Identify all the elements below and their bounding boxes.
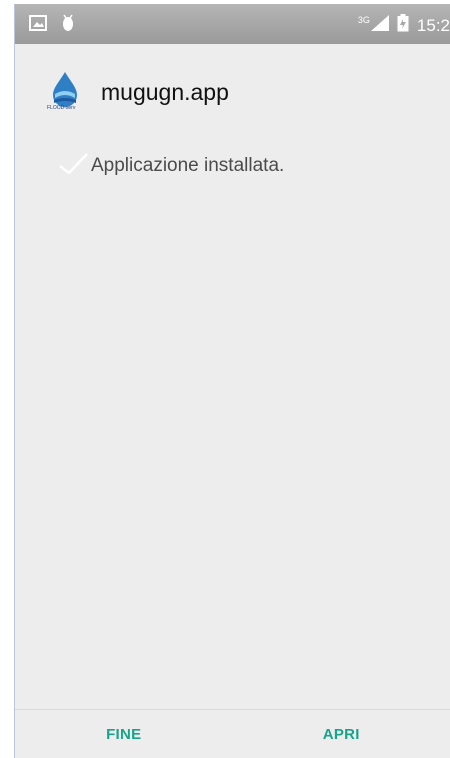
status-bar: 3G 15:2 xyxy=(15,4,450,44)
status-bar-right: 3G 15:2 xyxy=(358,14,450,37)
device-frame: 3G 15:2 FLOOD-serv mugugn.app Applicazio… xyxy=(0,0,450,758)
action-bar: FINE APRI xyxy=(15,710,450,758)
checkmark-icon xyxy=(57,152,89,179)
done-button[interactable]: FINE xyxy=(15,710,233,758)
network-type-label: 3G xyxy=(357,14,370,25)
image-notification-icon xyxy=(29,15,47,36)
android-debug-icon xyxy=(61,14,75,37)
install-status: Applicazione installata. xyxy=(57,152,284,179)
install-status-text: Applicazione installata. xyxy=(91,154,285,176)
status-bar-left xyxy=(29,14,75,37)
app-icon: FLOOD-serv xyxy=(45,70,85,114)
battery-icon xyxy=(397,14,409,37)
app-header: FLOOD-serv mugugn.app xyxy=(45,70,229,114)
clock: 15:2 xyxy=(416,15,450,35)
signal-icon xyxy=(370,15,389,36)
installer-screen: 3G 15:2 FLOOD-serv mugugn.app Applicazio… xyxy=(14,4,450,758)
app-icon-label: FLOOD-serv xyxy=(47,105,76,111)
app-name: mugugn.app xyxy=(101,78,229,105)
open-button[interactable]: APRI xyxy=(233,710,450,758)
